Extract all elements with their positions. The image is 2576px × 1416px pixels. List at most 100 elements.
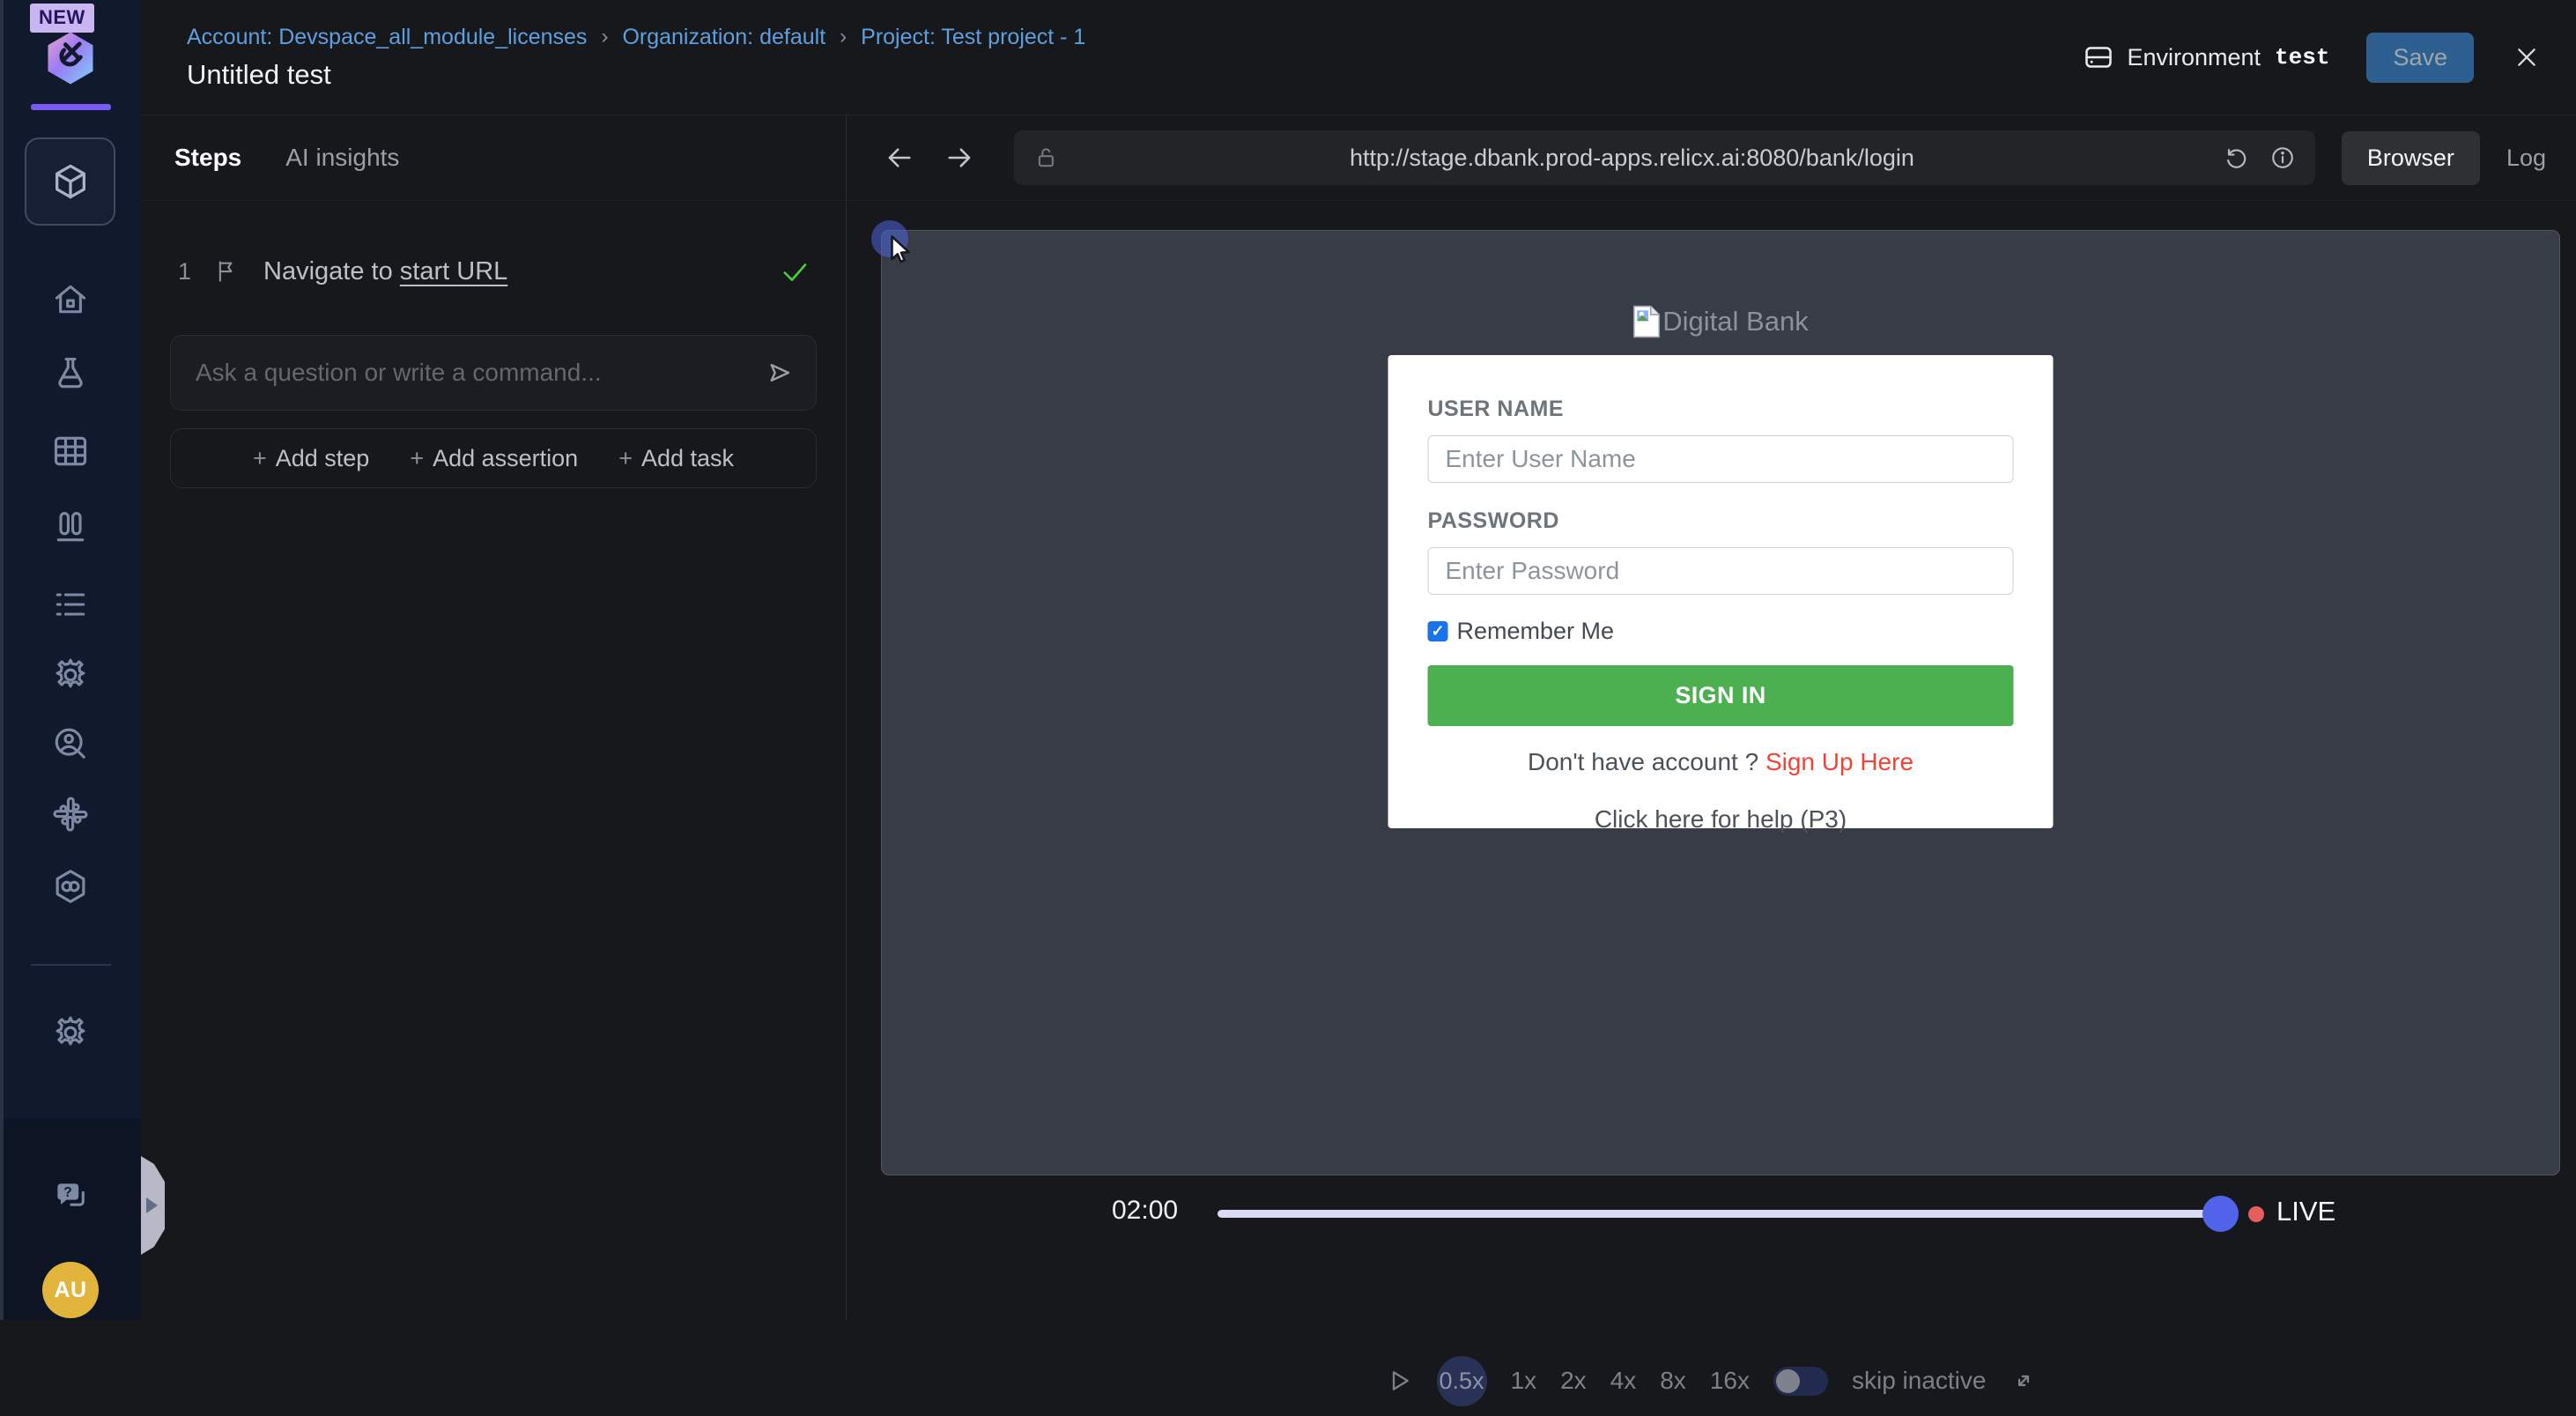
send-icon[interactable] xyxy=(765,358,795,388)
environment-label: Environment xyxy=(2127,44,2261,71)
tab-steps[interactable]: Steps xyxy=(174,144,241,172)
close-icon[interactable] xyxy=(2513,43,2541,71)
sidebar-item-home[interactable] xyxy=(51,280,90,319)
add-assertion-button[interactable]: +Add assertion xyxy=(410,445,578,472)
start-url-link[interactable]: start URL xyxy=(400,257,507,285)
step-actions: +Add step +Add assertion +Add task xyxy=(170,428,817,488)
success-check-icon xyxy=(779,256,811,287)
save-button[interactable]: Save xyxy=(2366,33,2474,83)
password-label: PASSWORD xyxy=(1428,508,2014,534)
sidebar-item-config[interactable] xyxy=(51,656,90,694)
plus-icon: + xyxy=(410,445,424,472)
home-icon xyxy=(51,280,90,319)
step-text: Navigate to start URL xyxy=(263,257,507,286)
test-tubes-icon xyxy=(51,508,90,546)
speed-16x-button[interactable]: 16x xyxy=(1710,1367,1750,1395)
steps-panel: Steps AI insights 1 Navigate to start UR… xyxy=(141,115,847,1320)
sidebar-item-lab[interactable] xyxy=(51,354,90,393)
plus-icon: + xyxy=(253,445,267,472)
speed-8x-button[interactable]: 8x xyxy=(1660,1367,1686,1395)
ask-command-input[interactable] xyxy=(196,359,765,387)
info-icon[interactable] xyxy=(2269,145,2296,171)
playback-controls: 0.5x 1x 2x 4x 8x 16x skip inactive xyxy=(847,1346,2576,1416)
play-icon[interactable] xyxy=(1385,1367,1413,1395)
live-label[interactable]: LIVE xyxy=(2276,1196,2335,1227)
chevron-right-icon xyxy=(146,1197,158,1213)
remember-me-label: Remember Me xyxy=(1457,618,1615,645)
environment-db-icon xyxy=(2083,41,2114,73)
header: Account: Devspace_all_module_licenses › … xyxy=(141,0,2576,115)
package-box-icon xyxy=(50,161,91,202)
hexagon-link-icon xyxy=(51,867,90,906)
header-right: Environment test Save xyxy=(2083,33,2576,83)
back-arrow-icon[interactable] xyxy=(884,142,915,174)
remember-me-checkbox[interactable]: ✓ xyxy=(1428,621,1448,641)
timeline-thumb[interactable] xyxy=(2202,1196,2239,1232)
replay-viewport[interactable]: Digital Bank USER NAME PASSWORD ✓ Rememb… xyxy=(882,231,2559,1175)
sidebar-item-test-runs[interactable] xyxy=(51,508,90,546)
site-logo-alt-text: Digital Bank xyxy=(1662,306,1808,337)
speed-4x-button[interactable]: 4x xyxy=(1610,1367,1637,1395)
site-logo: Digital Bank xyxy=(882,305,2559,338)
gear-icon xyxy=(51,1013,90,1052)
skip-inactive-label: skip inactive xyxy=(1852,1367,1987,1395)
sidebar-item-suites[interactable] xyxy=(51,432,90,471)
sidebar-divider xyxy=(31,964,111,966)
logo-accent-divider xyxy=(31,104,111,110)
sign-up-link[interactable]: Sign Up Here xyxy=(1765,748,1913,775)
sidebar-item-session-explorer[interactable] xyxy=(51,724,90,763)
sidebar-item-slack[interactable] xyxy=(51,795,90,834)
broken-image-icon xyxy=(1632,305,1661,338)
speed-0-5x-button[interactable]: 0.5x xyxy=(1437,1356,1487,1406)
breadcrumb: Account: Devspace_all_module_licenses › … xyxy=(187,25,1085,50)
step-row[interactable]: 1 Navigate to start URL xyxy=(141,247,846,296)
help-link[interactable]: Click here for help (P3) xyxy=(1428,805,2014,834)
browser-panel: http://stage.dbank.prod-apps.relicx.ai:8… xyxy=(847,115,2576,1320)
tab-log[interactable]: Log xyxy=(2506,145,2546,172)
live-dot-icon xyxy=(2248,1206,2264,1222)
sidebar-item-results[interactable] xyxy=(51,585,90,624)
window-edge xyxy=(0,0,4,1320)
user-avatar[interactable]: AU xyxy=(42,1262,99,1318)
url-text[interactable]: http://stage.dbank.prod-apps.relicx.ai:8… xyxy=(1060,145,2204,172)
step-number: 1 xyxy=(178,258,191,285)
unlocked-padlock-icon xyxy=(1033,145,1060,171)
skip-inactive-toggle[interactable] xyxy=(1773,1367,1828,1396)
timeline-track[interactable] xyxy=(1218,1210,2222,1218)
speed-1x-button[interactable]: 1x xyxy=(1511,1367,1537,1395)
tab-browser[interactable]: Browser xyxy=(2342,131,2480,185)
reload-icon[interactable] xyxy=(2224,145,2250,171)
environment-value[interactable]: test xyxy=(2275,44,2329,70)
toggle-knob xyxy=(1776,1369,1800,1393)
flag-icon xyxy=(214,258,241,285)
sidebar-item-settings[interactable] xyxy=(51,1013,90,1052)
sidebar-item-help[interactable] xyxy=(51,1177,90,1216)
password-field[interactable] xyxy=(1428,547,2014,595)
breadcrumb-organization[interactable]: Organization: default xyxy=(622,25,825,50)
breadcrumb-account[interactable]: Account: Devspace_all_module_licenses xyxy=(187,25,587,50)
plus-icon: + xyxy=(618,445,633,472)
add-step-button[interactable]: +Add step xyxy=(253,445,369,472)
grid-icon xyxy=(51,432,90,471)
sidebar: NEW AU xyxy=(0,0,141,1320)
sidebar-item-tests[interactable] xyxy=(25,137,115,226)
breadcrumb-chevron-icon: › xyxy=(601,25,608,49)
remember-me-row: ✓ Remember Me xyxy=(1428,618,2014,645)
breadcrumb-chevron-icon: › xyxy=(840,25,847,49)
forward-arrow-icon[interactable] xyxy=(944,142,975,174)
url-bar[interactable]: http://stage.dbank.prod-apps.relicx.ai:8… xyxy=(1014,130,2315,185)
speed-2x-button[interactable]: 2x xyxy=(1560,1367,1587,1395)
add-task-button[interactable]: +Add task xyxy=(618,445,734,472)
app-logo[interactable] xyxy=(41,26,100,94)
breadcrumb-project[interactable]: Project: Test project - 1 xyxy=(861,25,1085,50)
username-label: USER NAME xyxy=(1428,397,1565,421)
fullscreen-expand-icon[interactable] xyxy=(2010,1367,2038,1395)
tab-ai-insights[interactable]: AI insights xyxy=(285,144,399,172)
relicx-logo-icon xyxy=(41,26,100,90)
signup-prefix: Don't have account ? xyxy=(1528,748,1758,775)
sign-in-button[interactable]: SIGN IN xyxy=(1428,665,2014,726)
login-card: USER NAME PASSWORD ✓ Remember Me SIGN IN… xyxy=(1388,355,2054,828)
sidebar-item-integrations[interactable] xyxy=(51,867,90,906)
playback-time: 02:00 xyxy=(1112,1196,1178,1226)
username-field[interactable] xyxy=(1428,435,2014,483)
